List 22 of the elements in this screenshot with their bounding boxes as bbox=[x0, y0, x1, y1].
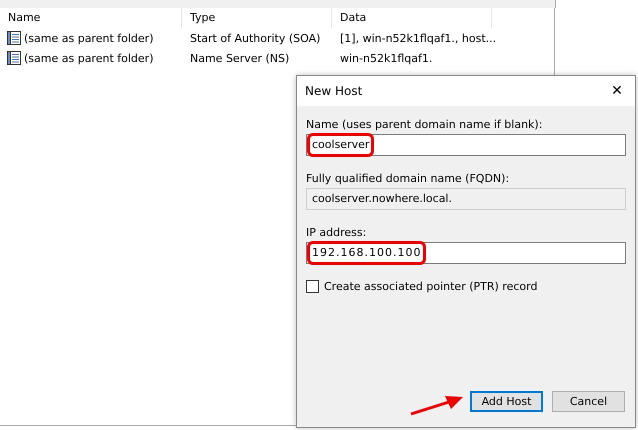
dialog-button[interactable]: Add Host bbox=[470, 390, 543, 412]
name-field[interactable]: coolserver bbox=[306, 134, 626, 156]
field-label: Fully qualified domain name (FQDN): bbox=[306, 172, 510, 185]
record-icon bbox=[6, 30, 22, 46]
ip-address-field[interactable]: 192.168.100.100 bbox=[306, 242, 626, 264]
record-type: Name Server (NS) bbox=[189, 52, 290, 64]
record-data: win-n52k1flqaf1. bbox=[339, 52, 434, 64]
checkbox[interactable] bbox=[306, 280, 319, 293]
record-icon bbox=[6, 50, 22, 66]
column-header[interactable]: Type bbox=[182, 8, 332, 28]
column-header[interactable]: Data bbox=[332, 8, 492, 28]
dialog-title: New Host bbox=[305, 84, 362, 98]
close-button[interactable]: ✕ bbox=[599, 76, 635, 106]
record-name: (same as parent folder) bbox=[24, 32, 154, 44]
checkbox-label[interactable]: Create associated pointer (PTR) record bbox=[324, 280, 538, 293]
dialog-button[interactable]: Cancel bbox=[552, 390, 625, 412]
record-name: (same as parent folder) bbox=[24, 52, 154, 64]
column-header[interactable]: Name bbox=[0, 8, 182, 28]
record-type: Start of Authority (SOA) bbox=[189, 32, 322, 44]
field-label: IP address: bbox=[306, 226, 368, 239]
field-label: Name (uses parent domain name if blank): bbox=[306, 118, 544, 131]
fqdn-field: coolserver.nowhere.local. bbox=[306, 188, 626, 210]
